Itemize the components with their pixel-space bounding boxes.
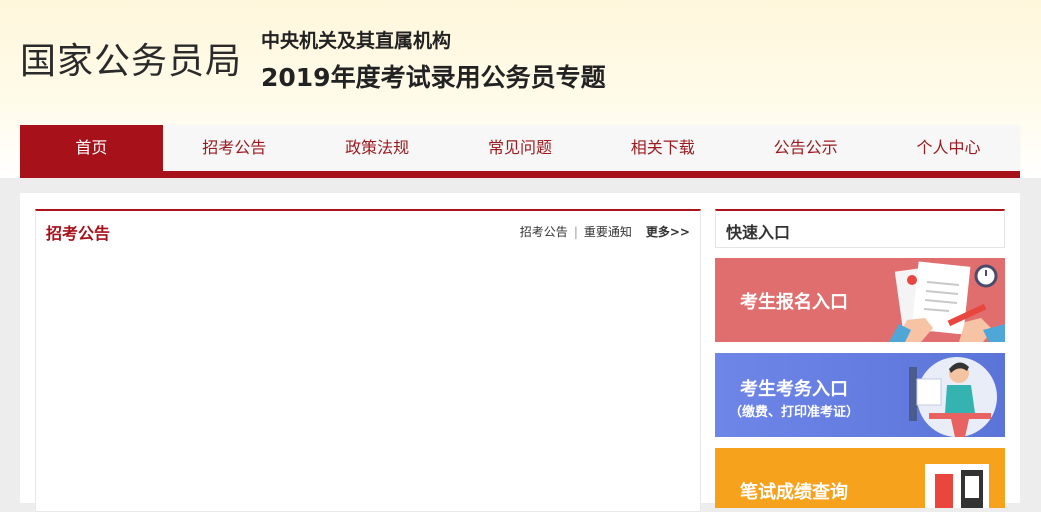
- header-subtitle-1: 中央机关及其直属机构: [261, 30, 452, 52]
- announcements-panel: 招考公告 招考公告 | 重要通知 更多>>: [35, 209, 701, 512]
- nav-item-policies[interactable]: 政策法规: [306, 125, 449, 171]
- main-nav: 首页 招考公告 政策法规 常见问题 相关下载 公告公示 个人中心: [20, 125, 1020, 171]
- nav-item-personal-center[interactable]: 个人中心: [877, 125, 1020, 171]
- nav-item-notices[interactable]: 公告公示: [734, 125, 877, 171]
- exam-affairs-entry-label: 考生考务入口: [740, 379, 848, 400]
- quick-entry-title: 快速入口: [726, 223, 791, 242]
- exam-affairs-entry-button[interactable]: 考生考务入口 （缴费、打印准考证）: [715, 353, 1005, 437]
- person-at-computer-icon: [909, 357, 997, 437]
- content-area: 招考公告 招考公告 | 重要通知 更多>> 快速入口 考生报名入口 考生考务入口…: [20, 193, 1020, 512]
- quick-entry-header: 快速入口: [715, 209, 1005, 248]
- link-announcements[interactable]: 招考公告: [520, 223, 568, 240]
- link-separator: |: [573, 224, 578, 239]
- nav-underline: [20, 171, 1020, 178]
- document-signing-icon: [889, 261, 1005, 342]
- score-sheet-icon: [925, 464, 989, 508]
- nav-item-home[interactable]: 首页: [20, 125, 163, 171]
- registration-entry-label: 考生报名入口: [740, 292, 848, 313]
- nav-item-downloads[interactable]: 相关下载: [591, 125, 734, 171]
- nav-item-announcements[interactable]: 招考公告: [163, 125, 306, 171]
- org-name[interactable]: 国家公务员局: [20, 40, 242, 84]
- exam-affairs-entry-sub: （缴费、打印准考证）: [729, 405, 860, 420]
- written-score-query-label: 笔试成绩查询: [740, 482, 848, 503]
- written-score-query-button[interactable]: 笔试成绩查询: [715, 448, 1005, 508]
- quick-entry-panel: 快速入口 考生报名入口 考生考务入口 （缴费、打印准考证） 笔试成绩查询: [715, 209, 1005, 508]
- link-important-notices[interactable]: 重要通知: [584, 223, 632, 240]
- registration-entry-button[interactable]: 考生报名入口: [715, 258, 1005, 342]
- more-link[interactable]: 更多>>: [646, 223, 690, 240]
- panel-links: 招考公告 | 重要通知 更多>>: [520, 223, 690, 240]
- nav-item-faq[interactable]: 常见问题: [449, 125, 592, 171]
- panel-title: 招考公告: [46, 224, 111, 243]
- header-subtitle-2: 2019年度考试录用公务员专题: [261, 63, 606, 92]
